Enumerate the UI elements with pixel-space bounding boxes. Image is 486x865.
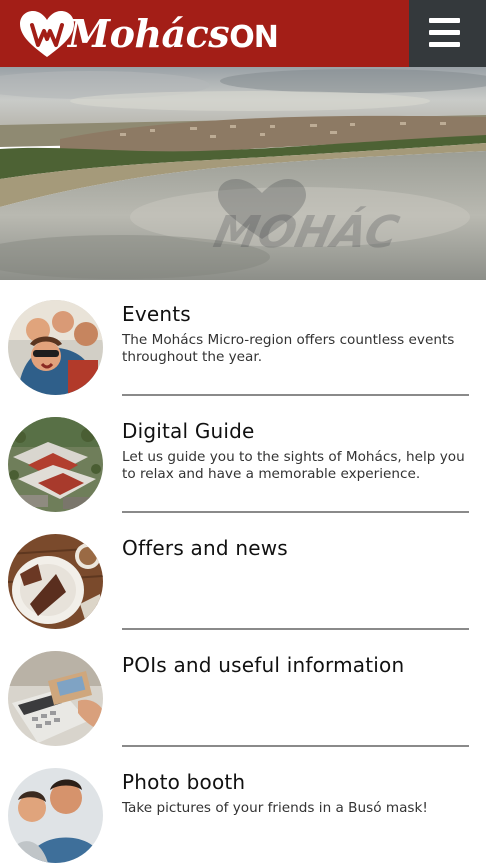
photo-booth-title: Photo booth [122, 770, 246, 794]
list-divider [122, 511, 469, 513]
list-divider [122, 628, 469, 630]
list-divider [122, 745, 469, 747]
digital-guide-thumbnail [8, 417, 103, 512]
hamburger-menu-icon [429, 42, 460, 47]
photo-booth-thumbnail [8, 768, 103, 863]
logo-text-main: Mohács [68, 11, 230, 56]
events-title: Events [122, 302, 191, 326]
logo-text: MohácsON [68, 15, 279, 55]
photo-booth-description: Take pictures of your friends in a Busó … [122, 800, 428, 816]
offers-and-news-title: Offers and news [122, 536, 288, 560]
pois-thumbnail [8, 651, 103, 746]
list-item-photo-booth[interactable]: Photo booth Take pictures of your friend… [0, 748, 486, 865]
app-header: MohácsON [0, 0, 486, 67]
list-item-digital-guide[interactable]: Digital Guide Let us guide you to the si… [0, 397, 486, 514]
offers-and-news-thumbnail [8, 534, 103, 629]
hamburger-menu-icon [429, 30, 460, 35]
list-divider [122, 394, 469, 396]
hero-watermark-text: MOHÁC [209, 205, 403, 257]
hamburger-menu-icon [429, 18, 460, 23]
events-description: The Mohács Micro-region offers countless… [122, 332, 455, 365]
hero-image: MOHÁC [0, 67, 486, 280]
mohacson-logo[interactable]: MohácsON [18, 8, 279, 60]
list-item-events[interactable]: Events The Mohács Micro-region offers co… [0, 280, 486, 397]
hamburger-menu-button[interactable] [409, 0, 486, 67]
events-thumbnail [8, 300, 103, 395]
list-item-pois[interactable]: POIs and useful information [0, 631, 486, 748]
list-item-offers-and-news[interactable]: Offers and news [0, 514, 486, 631]
pois-title: POIs and useful information [122, 653, 405, 677]
digital-guide-title: Digital Guide [122, 419, 255, 443]
logo-text-on: ON [229, 20, 279, 55]
digital-guide-description: Let us guide you to the sights of Mohács… [122, 449, 465, 482]
